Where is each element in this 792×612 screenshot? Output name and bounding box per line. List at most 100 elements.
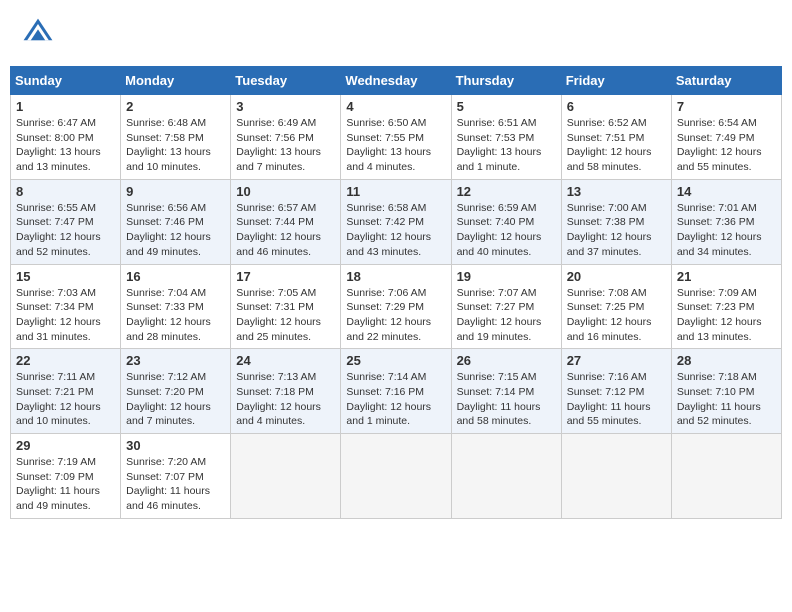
day-detail: Sunrise: 7:16 AM Sunset: 7:12 PM Dayligh…: [567, 370, 666, 429]
calendar-cell: 15 Sunrise: 7:03 AM Sunset: 7:34 PM Dayli…: [11, 264, 121, 349]
day-number: 20: [567, 269, 666, 284]
calendar-cell: 2 Sunrise: 6:48 AM Sunset: 7:58 PM Daylig…: [121, 95, 231, 180]
day-number: 15: [16, 269, 115, 284]
day-detail: Sunrise: 7:09 AM Sunset: 7:23 PM Dayligh…: [677, 286, 776, 345]
day-number: 23: [126, 353, 225, 368]
calendar-cell: 5Sunrise: 6:51 AM Sunset: 7:53 PM Daylig…: [451, 95, 561, 180]
calendar-cell: 10Sunrise: 6:57 AM Sunset: 7:44 PM Dayli…: [231, 179, 341, 264]
day-number: 21: [677, 269, 776, 284]
calendar-week-5: 29Sunrise: 7:19 AM Sunset: 7:09 PM Dayli…: [11, 434, 782, 519]
day-number: 29: [16, 438, 115, 453]
calendar-cell: 4 Sunrise: 6:50 AM Sunset: 7:55 PM Daylig…: [341, 95, 451, 180]
day-detail: Sunrise: 7:01 AM Sunset: 7:36 PM Dayligh…: [677, 201, 776, 260]
day-detail: Sunrise: 6:49 AM Sunset: 7:56 PM Dayligh…: [236, 116, 335, 175]
day-detail: Sunrise: 7:13 AM Sunset: 7:18 PM Dayligh…: [236, 370, 335, 429]
day-number: 30: [126, 438, 225, 453]
calendar-cell: [231, 434, 341, 519]
day-number: 14: [677, 184, 776, 199]
day-number: 18: [346, 269, 445, 284]
day-number: 8: [16, 184, 115, 199]
calendar-cell: 8 Sunrise: 6:55 AM Sunset: 7:47 PM Daylig…: [11, 179, 121, 264]
day-number: 26: [457, 353, 556, 368]
calendar-week-1: 1 Sunrise: 6:47 AM Sunset: 8:00 PM Daylig…: [11, 95, 782, 180]
day-detail: Sunrise: 6:55 AM Sunset: 7:47 PM Dayligh…: [16, 201, 115, 260]
calendar-cell: 22Sunrise: 7:11 AM Sunset: 7:21 PM Dayli…: [11, 349, 121, 434]
day-number: 2: [126, 99, 225, 114]
day-number: 6: [567, 99, 666, 114]
calendar-cell: 6 Sunrise: 6:52 AM Sunset: 7:51 PM Daylig…: [561, 95, 671, 180]
calendar-cell: [561, 434, 671, 519]
calendar-cell: 27 Sunrise: 7:16 AM Sunset: 7:12 PM Dayli…: [561, 349, 671, 434]
calendar-cell: [451, 434, 561, 519]
calendar-cell: 21 Sunrise: 7:09 AM Sunset: 7:23 PM Dayli…: [671, 264, 781, 349]
day-number: 13: [567, 184, 666, 199]
day-detail: Sunrise: 7:15 AM Sunset: 7:14 PM Dayligh…: [457, 370, 556, 429]
day-detail: Sunrise: 7:18 AM Sunset: 7:10 PM Dayligh…: [677, 370, 776, 429]
calendar-week-2: 8 Sunrise: 6:55 AM Sunset: 7:47 PM Daylig…: [11, 179, 782, 264]
calendar-cell: 23 Sunrise: 7:12 AM Sunset: 7:20 PM Dayli…: [121, 349, 231, 434]
day-detail: Sunrise: 7:12 AM Sunset: 7:20 PM Dayligh…: [126, 370, 225, 429]
calendar-cell: 29Sunrise: 7:19 AM Sunset: 7:09 PM Dayli…: [11, 434, 121, 519]
calendar-week-3: 15 Sunrise: 7:03 AM Sunset: 7:34 PM Dayli…: [11, 264, 782, 349]
day-number: 1: [16, 99, 115, 114]
day-detail: Sunrise: 6:47 AM Sunset: 8:00 PM Dayligh…: [16, 116, 115, 175]
day-detail: Sunrise: 7:20 AM Sunset: 7:07 PM Dayligh…: [126, 455, 225, 514]
day-number: 9: [126, 184, 225, 199]
calendar-cell: 19 Sunrise: 7:07 AM Sunset: 7:27 PM Dayli…: [451, 264, 561, 349]
header-friday: Friday: [561, 67, 671, 95]
day-number: 12: [457, 184, 556, 199]
logo-icon: [20, 15, 56, 51]
day-number: 27: [567, 353, 666, 368]
calendar-cell: 17 Sunrise: 7:05 AM Sunset: 7:31 PM Dayli…: [231, 264, 341, 349]
day-number: 28: [677, 353, 776, 368]
day-number: 24: [236, 353, 335, 368]
calendar-cell: 12 Sunrise: 6:59 AM Sunset: 7:40 PM Dayli…: [451, 179, 561, 264]
header-wednesday: Wednesday: [341, 67, 451, 95]
header-saturday: Saturday: [671, 67, 781, 95]
calendar-cell: 26 Sunrise: 7:15 AM Sunset: 7:14 PM Dayli…: [451, 349, 561, 434]
day-number: 17: [236, 269, 335, 284]
day-number: 5: [457, 99, 556, 114]
calendar-cell: 3 Sunrise: 6:49 AM Sunset: 7:56 PM Daylig…: [231, 95, 341, 180]
day-number: 3: [236, 99, 335, 114]
day-detail: Sunrise: 6:48 AM Sunset: 7:58 PM Dayligh…: [126, 116, 225, 175]
header-thursday: Thursday: [451, 67, 561, 95]
calendar-cell: [671, 434, 781, 519]
day-number: 19: [457, 269, 556, 284]
calendar-cell: 20Sunrise: 7:08 AM Sunset: 7:25 PM Dayli…: [561, 264, 671, 349]
calendar-week-4: 22Sunrise: 7:11 AM Sunset: 7:21 PM Dayli…: [11, 349, 782, 434]
day-detail: Sunrise: 7:06 AM Sunset: 7:29 PM Dayligh…: [346, 286, 445, 345]
day-detail: Sunrise: 7:05 AM Sunset: 7:31 PM Dayligh…: [236, 286, 335, 345]
calendar-cell: 24 Sunrise: 7:13 AM Sunset: 7:18 PM Dayli…: [231, 349, 341, 434]
day-number: 4: [346, 99, 445, 114]
logo: [20, 15, 62, 51]
page-header: [10, 10, 782, 56]
day-number: 16: [126, 269, 225, 284]
day-detail: Sunrise: 6:56 AM Sunset: 7:46 PM Dayligh…: [126, 201, 225, 260]
day-detail: Sunrise: 6:57 AM Sunset: 7:44 PM Dayligh…: [236, 201, 335, 260]
calendar-body: 1 Sunrise: 6:47 AM Sunset: 8:00 PM Daylig…: [11, 95, 782, 519]
day-detail: Sunrise: 6:52 AM Sunset: 7:51 PM Dayligh…: [567, 116, 666, 175]
day-number: 25: [346, 353, 445, 368]
calendar-cell: 28 Sunrise: 7:18 AM Sunset: 7:10 PM Dayli…: [671, 349, 781, 434]
day-detail: Sunrise: 7:11 AM Sunset: 7:21 PM Dayligh…: [16, 370, 115, 429]
calendar-cell: [341, 434, 451, 519]
day-number: 11: [346, 184, 445, 199]
calendar-cell: 25 Sunrise: 7:14 AM Sunset: 7:16 PM Dayli…: [341, 349, 451, 434]
day-detail: Sunrise: 6:50 AM Sunset: 7:55 PM Dayligh…: [346, 116, 445, 175]
calendar-cell: 13Sunrise: 7:00 AM Sunset: 7:38 PM Dayli…: [561, 179, 671, 264]
header-monday: Monday: [121, 67, 231, 95]
calendar-cell: 14 Sunrise: 7:01 AM Sunset: 7:36 PM Dayli…: [671, 179, 781, 264]
calendar-cell: 1 Sunrise: 6:47 AM Sunset: 8:00 PM Daylig…: [11, 95, 121, 180]
header-sunday: Sunday: [11, 67, 121, 95]
day-detail: Sunrise: 7:03 AM Sunset: 7:34 PM Dayligh…: [16, 286, 115, 345]
day-number: 7: [677, 99, 776, 114]
day-detail: Sunrise: 6:59 AM Sunset: 7:40 PM Dayligh…: [457, 201, 556, 260]
calendar-cell: 16Sunrise: 7:04 AM Sunset: 7:33 PM Dayli…: [121, 264, 231, 349]
calendar-cell: 7 Sunrise: 6:54 AM Sunset: 7:49 PM Daylig…: [671, 95, 781, 180]
day-detail: Sunrise: 6:54 AM Sunset: 7:49 PM Dayligh…: [677, 116, 776, 175]
calendar-table: SundayMondayTuesdayWednesdayThursdayFrid…: [10, 66, 782, 519]
header-tuesday: Tuesday: [231, 67, 341, 95]
day-detail: Sunrise: 7:14 AM Sunset: 7:16 PM Dayligh…: [346, 370, 445, 429]
day-detail: Sunrise: 7:07 AM Sunset: 7:27 PM Dayligh…: [457, 286, 556, 345]
